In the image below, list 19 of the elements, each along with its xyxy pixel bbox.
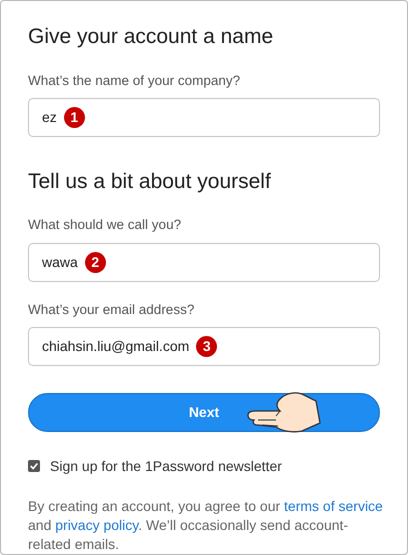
input-field[interactable]: chiahsin.liu@gmail.com 3	[28, 326, 380, 366]
field-value: wawa	[42, 252, 78, 272]
section-heading: Tell us a bit about yourself	[28, 168, 272, 195]
terms-link[interactable]: terms of service	[284, 498, 383, 514]
field-label: What should we call you?	[28, 216, 182, 234]
newsletter-checkbox[interactable]	[28, 460, 40, 472]
number-badge: 1	[64, 106, 85, 128]
newsletter-label: Sign up for the 1Password newsletter	[50, 456, 282, 476]
field-value: ez	[42, 108, 57, 127]
field-value: chiahsin.liu@gmail.com	[42, 336, 190, 356]
input-field[interactable]: wawa 2	[28, 242, 380, 282]
section-heading: Give your account a name	[28, 24, 274, 50]
input-field[interactable]: ez 1	[28, 98, 380, 137]
number-badge: 3	[196, 336, 218, 357]
field-label: What’s the name of your company?	[28, 72, 242, 90]
number-badge: 2	[84, 252, 106, 272]
field-label: What’s your email address?	[28, 300, 196, 319]
legal-text: By creating an account, you agree to our terms of service and privacy policy. We’ll occasionally send account-related emails.	[28, 496, 384, 554]
privacy-link[interactable]: privacy policy	[55, 516, 138, 533]
